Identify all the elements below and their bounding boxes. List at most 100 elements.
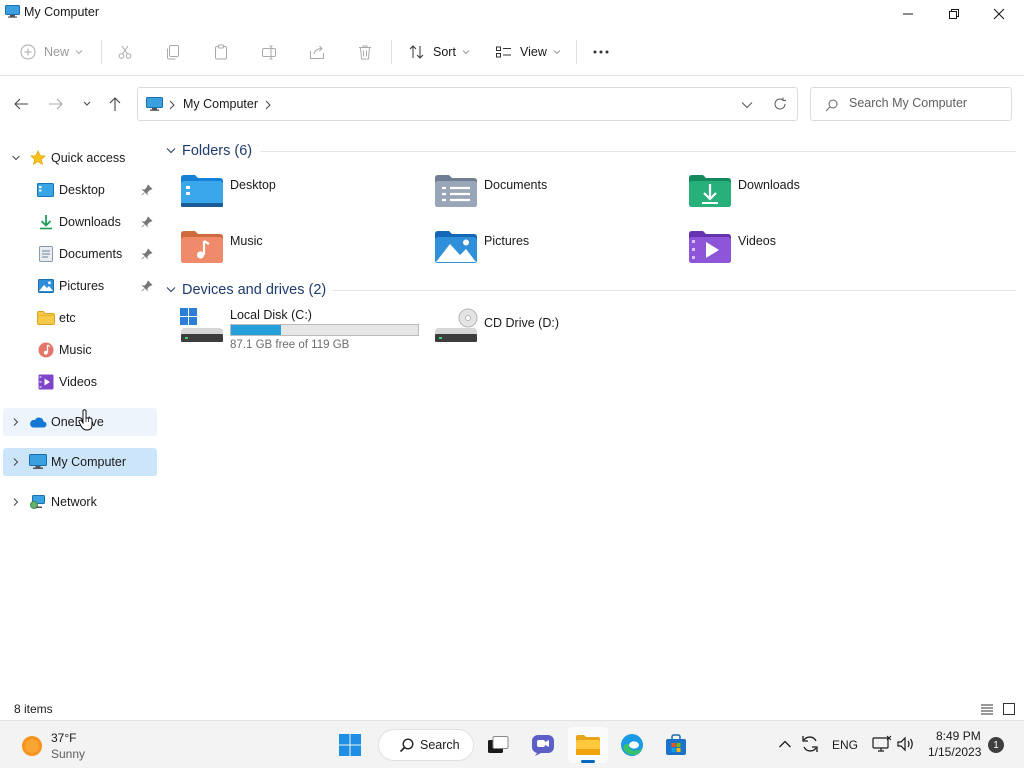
quick-access-node[interactable]: Quick access: [3, 144, 157, 172]
chat-button[interactable]: [523, 727, 563, 763]
up-button[interactable]: [104, 94, 126, 114]
share-button[interactable]: [309, 38, 325, 66]
sidebar-item-my-computer[interactable]: My Computer: [3, 448, 157, 476]
sidebar-item-label: Music: [59, 343, 92, 357]
forward-button[interactable]: [45, 94, 67, 114]
taskbar: 37°F Sunny Search ENG 8:49 PM 1/15/2023 …: [0, 720, 1024, 768]
pin-icon[interactable]: [141, 248, 153, 260]
chevron-right-icon[interactable]: [11, 497, 21, 507]
sidebar-item-label: etc: [59, 311, 76, 325]
drive-label: Local Disk (C:): [230, 308, 312, 322]
chevron-right-icon[interactable]: [11, 417, 21, 427]
windows-logo-icon: [339, 734, 361, 756]
start-button[interactable]: [330, 727, 370, 763]
chevron-right-icon[interactable]: [11, 457, 21, 467]
address-bar[interactable]: My Computer: [137, 87, 798, 121]
clock-date[interactable]: 1/15/2023: [928, 745, 981, 759]
folder-label: Videos: [738, 234, 776, 248]
volume-icon[interactable]: [896, 735, 916, 753]
command-bar: New Sort View: [0, 28, 1024, 76]
back-button[interactable]: [10, 94, 32, 114]
drive-usage-fill: [231, 325, 282, 335]
search-input[interactable]: [849, 96, 1004, 110]
arrow-right-icon: [49, 98, 63, 110]
maximize-button[interactable]: [931, 0, 977, 28]
chevron-down-icon[interactable]: [166, 147, 176, 155]
folder-downloads[interactable]: Downloads: [688, 174, 928, 218]
chevron-up-icon[interactable]: [778, 739, 792, 749]
computer-icon: [5, 5, 20, 18]
folder-music[interactable]: Music: [180, 230, 420, 274]
sidebar-item-desktop[interactable]: Desktop: [3, 176, 157, 204]
downloads-icon: [40, 215, 52, 230]
sync-icon[interactable]: [800, 734, 820, 754]
new-label: New: [44, 45, 70, 59]
clock-time[interactable]: 8:49 PM: [936, 729, 981, 743]
sort-button[interactable]: Sort: [408, 38, 471, 66]
delete-button[interactable]: [357, 38, 373, 66]
taskbar-search-button[interactable]: Search: [378, 729, 474, 761]
folder-videos[interactable]: Videos: [688, 230, 928, 274]
large-icons-view-icon[interactable]: [1002, 702, 1016, 716]
sidebar-item-music[interactable]: Music: [3, 336, 157, 364]
cut-button[interactable]: [117, 38, 133, 66]
details-view-icon[interactable]: [980, 702, 994, 716]
drive-cd-d[interactable]: CD Drive (D:): [434, 308, 684, 358]
refresh-icon[interactable]: [773, 97, 787, 111]
pictures-icon: [38, 279, 54, 293]
view-button[interactable]: View: [495, 38, 562, 66]
drive-free-space: 87.1 GB free of 119 GB: [230, 339, 350, 351]
sidebar-item-etc[interactable]: etc: [3, 304, 157, 332]
close-button[interactable]: [976, 0, 1022, 28]
chevron-down-icon: [462, 50, 470, 55]
weather-condition: Sunny: [51, 747, 86, 761]
folder-documents[interactable]: Documents: [434, 174, 674, 218]
pin-icon[interactable]: [141, 216, 153, 228]
sidebar-item-documents[interactable]: Documents: [3, 240, 157, 268]
taskbar-search-label: Search: [420, 738, 460, 752]
notification-badge[interactable]: 1: [988, 737, 1004, 753]
sidebar-item-pictures[interactable]: Pictures: [3, 272, 157, 300]
chevron-down-icon[interactable]: [11, 153, 21, 163]
folder-pictures[interactable]: Pictures: [434, 230, 674, 274]
task-view-button[interactable]: [478, 727, 518, 763]
close-icon: [993, 8, 1005, 20]
copy-button[interactable]: [165, 38, 181, 66]
edge-button[interactable]: [612, 727, 652, 763]
folders-group-header[interactable]: Folders (6): [166, 141, 252, 161]
chevron-right-icon[interactable]: [264, 100, 272, 110]
file-explorer-taskbar-button[interactable]: [568, 727, 608, 763]
drives-group-header[interactable]: Devices and drives (2): [166, 280, 326, 300]
arrow-left-icon: [14, 98, 28, 110]
sidebar-item-network[interactable]: Network: [3, 488, 157, 516]
minimize-button[interactable]: [885, 0, 931, 28]
rename-button[interactable]: [261, 38, 277, 66]
minimize-icon: [903, 13, 913, 15]
store-button[interactable]: [656, 727, 696, 763]
sidebar-item-label: Videos: [59, 375, 97, 389]
network-status-icon[interactable]: [872, 735, 892, 753]
more-options-button[interactable]: [591, 38, 611, 66]
pictures-folder-icon: [435, 231, 477, 263]
new-button[interactable]: New: [20, 38, 84, 66]
sidebar-item-label: Downloads: [59, 215, 121, 229]
breadcrumb-item[interactable]: My Computer: [183, 97, 258, 111]
pin-icon[interactable]: [141, 184, 153, 196]
drive-local-disk-c[interactable]: Local Disk (C:) 87.1 GB free of 119 GB: [180, 308, 430, 358]
active-indicator: [581, 760, 595, 763]
desktop-icon: [37, 183, 54, 197]
search-box[interactable]: [810, 87, 1012, 121]
sidebar-item-downloads[interactable]: Downloads: [3, 208, 157, 236]
folder-desktop[interactable]: Desktop: [180, 174, 420, 218]
pin-icon[interactable]: [141, 280, 153, 292]
chevron-down-icon[interactable]: [166, 286, 176, 294]
weather-widget[interactable]: 37°F Sunny: [10, 726, 100, 764]
videos-icon: [38, 374, 54, 390]
chevron-down-icon[interactable]: [741, 101, 753, 109]
language-indicator[interactable]: ENG: [832, 738, 858, 752]
sidebar-item-videos[interactable]: Videos: [3, 368, 157, 396]
downloads-folder-icon: [689, 175, 731, 207]
status-bar: 8 items: [0, 700, 1024, 720]
paste-button[interactable]: [213, 38, 229, 66]
recent-locations-button[interactable]: [76, 94, 98, 114]
